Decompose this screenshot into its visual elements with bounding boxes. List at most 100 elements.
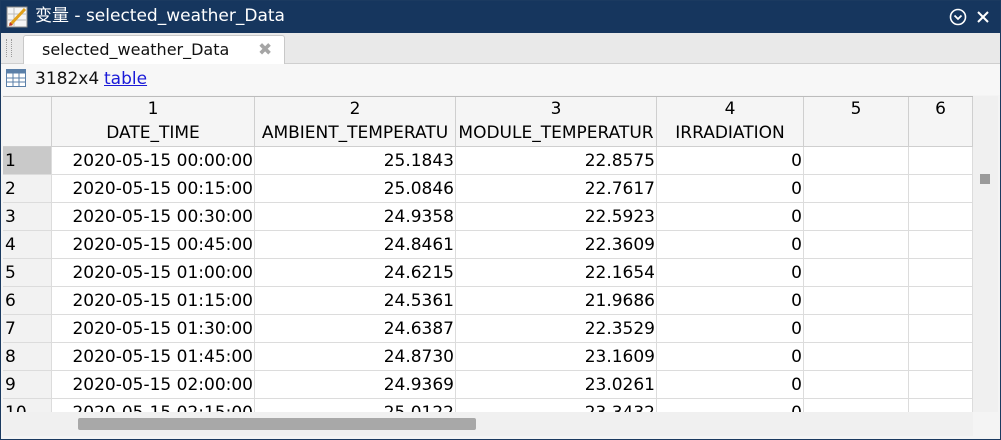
close-icon[interactable]: [973, 7, 993, 27]
row-header[interactable]: 8: [3, 343, 52, 371]
column-header-1[interactable]: 1 DATE_TIME: [52, 97, 255, 146]
column-header-2[interactable]: 2 AMBIENT_TEMPERATU: [255, 97, 456, 146]
cell-module-temperature[interactable]: 22.5923: [456, 203, 657, 231]
cell-date-time[interactable]: 2020-05-15 02:00:00: [52, 371, 255, 399]
vertical-scrollbar[interactable]: [973, 96, 998, 412]
column-header-5[interactable]: 5: [804, 97, 909, 146]
cell-empty[interactable]: [909, 175, 973, 203]
drag-handle[interactable]: [6, 39, 12, 57]
cell-empty[interactable]: [909, 231, 973, 259]
cell-empty[interactable]: [804, 343, 909, 371]
cell-empty[interactable]: [909, 371, 973, 399]
cell-empty[interactable]: [804, 147, 909, 175]
column-header-3[interactable]: 3 MODULE_TEMPERATUR: [456, 97, 657, 146]
row-header[interactable]: 3: [3, 203, 52, 231]
cell-empty[interactable]: [804, 315, 909, 343]
cell-empty[interactable]: [909, 203, 973, 231]
column-name: IRRADIATION: [675, 123, 785, 143]
cell-empty[interactable]: [804, 203, 909, 231]
cell-empty[interactable]: [804, 399, 909, 413]
cell-ambient-temperature[interactable]: 25.0846: [255, 175, 456, 203]
cell-ambient-temperature[interactable]: 24.6387: [255, 315, 456, 343]
cell-irradiation[interactable]: 0: [657, 147, 804, 175]
cell-irradiation[interactable]: 0: [657, 399, 804, 413]
cell-empty[interactable]: [804, 231, 909, 259]
row-header[interactable]: 7: [3, 315, 52, 343]
cell-irradiation[interactable]: 0: [657, 175, 804, 203]
column-number: 6: [935, 99, 946, 119]
title-bar[interactable]: 变量 - selected_weather_Data: [1, 1, 1000, 33]
cell-ambient-temperature[interactable]: 24.9358: [255, 203, 456, 231]
cell-module-temperature[interactable]: 22.8575: [456, 147, 657, 175]
cell-irradiation[interactable]: 0: [657, 315, 804, 343]
cell-module-temperature[interactable]: 22.1654: [456, 259, 657, 287]
horizontal-scrollbar[interactable]: [3, 412, 973, 436]
cell-ambient-temperature[interactable]: 24.5361: [255, 287, 456, 315]
cell-date-time[interactable]: 2020-05-15 00:45:00: [52, 231, 255, 259]
cell-irradiation[interactable]: 0: [657, 371, 804, 399]
cell-date-time[interactable]: 2020-05-15 01:45:00: [52, 343, 255, 371]
cell-date-time[interactable]: 2020-05-15 00:00:00: [52, 147, 255, 175]
cell-empty[interactable]: [804, 371, 909, 399]
cell-irradiation[interactable]: 0: [657, 287, 804, 315]
circle-chevron-down-icon[interactable]: [948, 7, 968, 27]
cell-module-temperature[interactable]: 22.3609: [456, 231, 657, 259]
tab-label: selected_weather_Data: [42, 40, 230, 59]
cell-module-temperature[interactable]: 22.7617: [456, 175, 657, 203]
cell-date-time[interactable]: 2020-05-15 01:15:00: [52, 287, 255, 315]
cell-ambient-temperature[interactable]: 24.8730: [255, 343, 456, 371]
tab-selected-weather-data[interactable]: selected_weather_Data ✖: [23, 35, 285, 64]
cell-module-temperature[interactable]: 23.1609: [456, 343, 657, 371]
row-header[interactable]: 9: [3, 371, 52, 399]
cell-empty[interactable]: [804, 259, 909, 287]
cell-empty[interactable]: [909, 259, 973, 287]
cell-module-temperature[interactable]: 23.3432: [456, 399, 657, 413]
cell-date-time[interactable]: 2020-05-15 01:00:00: [52, 259, 255, 287]
cell-empty[interactable]: [909, 147, 973, 175]
row-header[interactable]: 10: [3, 399, 52, 413]
cell-irradiation[interactable]: 0: [657, 231, 804, 259]
cell-ambient-temperature[interactable]: 24.8461: [255, 231, 456, 259]
cell-empty[interactable]: [804, 175, 909, 203]
variable-editor-window: 变量 - selected_weather_Data selected_weat…: [0, 0, 1001, 440]
column-number: 4: [724, 99, 736, 119]
row-header[interactable]: 1: [3, 147, 52, 175]
cell-irradiation[interactable]: 0: [657, 259, 804, 287]
row-header[interactable]: 2: [3, 175, 52, 203]
cell-empty[interactable]: [909, 287, 973, 315]
cell-ambient-temperature[interactable]: 25.0122: [255, 399, 456, 413]
column-header-4[interactable]: 4 IRRADIATION: [657, 97, 804, 146]
cell-empty[interactable]: [909, 343, 973, 371]
column-header-6[interactable]: 6: [909, 97, 973, 146]
row-header[interactable]: 6: [3, 287, 52, 315]
row-header[interactable]: 4: [3, 231, 52, 259]
cell-module-temperature[interactable]: 23.0261: [456, 371, 657, 399]
cell-empty[interactable]: [909, 315, 973, 343]
cell-irradiation[interactable]: 0: [657, 343, 804, 371]
column-number: 5: [850, 99, 862, 119]
column-name: AMBIENT_TEMPERATU: [261, 123, 449, 143]
cell-date-time[interactable]: 2020-05-15 02:15:00: [52, 399, 255, 413]
cell-empty[interactable]: [909, 399, 973, 413]
cell-ambient-temperature[interactable]: 25.1843: [255, 147, 456, 175]
cell-empty[interactable]: [804, 287, 909, 315]
corner-cell[interactable]: [3, 97, 52, 146]
tab-close-icon[interactable]: ✖: [258, 39, 272, 61]
horizontal-scroll-thumb[interactable]: [78, 418, 476, 430]
cell-module-temperature[interactable]: 21.9686: [456, 287, 657, 315]
variable-editor-icon: [6, 6, 28, 28]
cell-ambient-temperature[interactable]: 24.9369: [255, 371, 456, 399]
cell-module-temperature[interactable]: 22.3529: [456, 315, 657, 343]
column-number: 3: [550, 99, 562, 119]
variable-type-link[interactable]: table: [104, 68, 147, 90]
table-icon: [6, 69, 26, 87]
row-header[interactable]: 5: [3, 259, 52, 287]
column-name: MODULE_TEMPERATUR: [458, 123, 654, 143]
cell-date-time[interactable]: 2020-05-15 00:30:00: [52, 203, 255, 231]
cell-date-time[interactable]: 2020-05-15 01:30:00: [52, 315, 255, 343]
cell-irradiation[interactable]: 0: [657, 203, 804, 231]
cell-ambient-temperature[interactable]: 24.6215: [255, 259, 456, 287]
data-grid[interactable]: 1 DATE_TIME 2 AMBIENT_TEMPERATU 3 MODULE…: [3, 96, 973, 413]
vertical-scroll-thumb[interactable]: [980, 174, 990, 184]
cell-date-time[interactable]: 2020-05-15 00:15:00: [52, 175, 255, 203]
